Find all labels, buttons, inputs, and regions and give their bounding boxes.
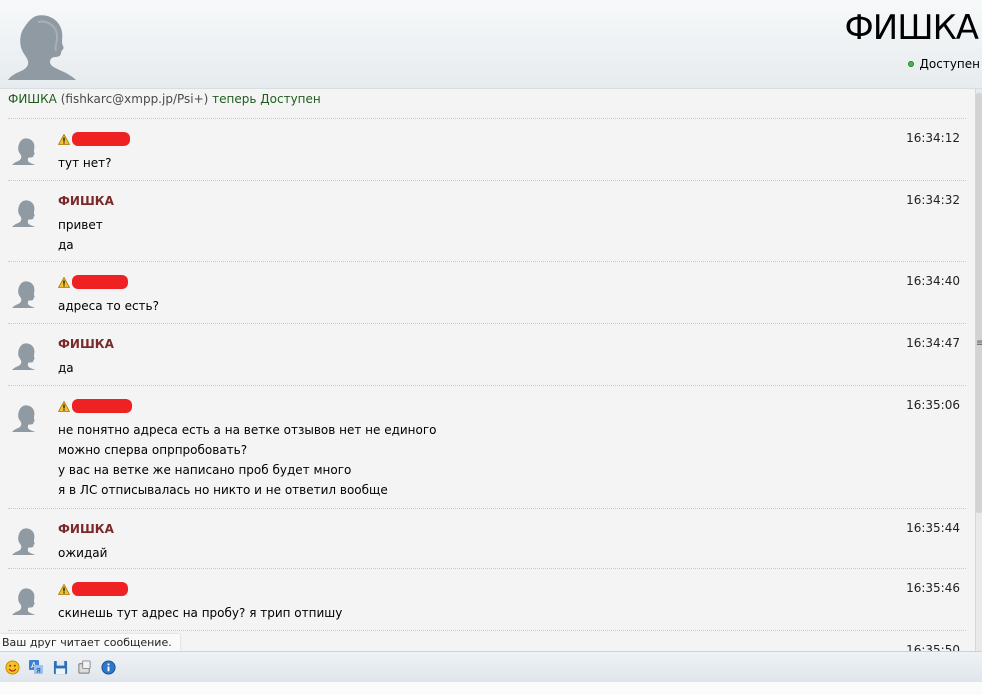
message-time: 16:34:32 [906, 193, 960, 207]
message-time: 16:34:47 [906, 336, 960, 350]
message: 16:35:50 [8, 630, 966, 651]
sender-avatar-icon [12, 138, 36, 165]
message-body: не понятно адреса есть а на ветке отзыво… [58, 420, 437, 500]
message: 16:34:40 адреса то есть? [8, 261, 966, 313]
info-icon [100, 659, 116, 675]
message-line: ожидай [58, 546, 108, 560]
save-icon [53, 660, 67, 674]
message-time: 16:35:46 [906, 581, 960, 595]
sender-avatar-icon [12, 528, 36, 555]
contact-avatar-icon [8, 15, 76, 80]
message-line: скинешь тут адрес на пробу? я трип отпиш… [58, 606, 343, 620]
translate-button[interactable]: AЯ [27, 658, 45, 676]
chat-log[interactable]: ФИШКА (fishkarc@xmpp.jp/Psi+) теперь Дос… [0, 89, 976, 651]
sender-avatar-icon [12, 281, 36, 308]
message: 16:34:12 тут нет? [8, 118, 966, 170]
message-time: 16:34:12 [906, 131, 960, 145]
message-line: у вас на ветке же написано проб будет мн… [58, 463, 352, 477]
info-button[interactable] [99, 658, 117, 676]
message-body: тут нет? [58, 153, 111, 173]
message-line: привет [58, 218, 103, 232]
message-author: ФИШКА [58, 337, 114, 351]
message: 16:35:06 не понятно адреса есть а на ветк… [8, 385, 966, 497]
message-line: я в ЛС отписывалась но никто и не ответи… [58, 483, 388, 497]
message: ФИШКА 16:35:44 ожидай [8, 508, 966, 560]
message-line: адреса то есть? [58, 299, 159, 313]
message-input[interactable] [0, 681, 982, 695]
message-body: да [58, 358, 74, 378]
message-time: 16:34:40 [906, 274, 960, 288]
emoticon-icon [4, 659, 20, 675]
warning-icon [58, 584, 70, 595]
message-line: можно сперва опрпробовать? [58, 443, 248, 457]
message: ФИШКА 16:34:47 да [8, 323, 966, 375]
chat-toolbar: AЯ [0, 651, 982, 682]
message-body: скинешь тут адрес на пробу? я трип отпиш… [58, 603, 342, 623]
contact-name: ФИШКА [844, 8, 979, 48]
scrollbar-grip-icon: ≡ [976, 338, 982, 349]
sender-avatar-icon [12, 343, 36, 370]
typing-notice: Ваш друг читает сообщение. [0, 634, 180, 651]
translate-icon: AЯ [29, 660, 43, 675]
warning-icon [58, 401, 70, 412]
emoticon-button[interactable] [3, 658, 21, 676]
contact-status: Доступен [907, 57, 980, 71]
attach-button[interactable] [75, 658, 93, 676]
svg-text:Я: Я [36, 667, 41, 675]
attach-icon [77, 659, 91, 674]
message-line: тут нет? [58, 156, 112, 170]
sender-avatar-icon [12, 588, 36, 615]
message-author: ФИШКА [58, 522, 114, 536]
message: ФИШКА 16:34:32 привет да [8, 180, 966, 252]
sender-avatar-icon [12, 200, 36, 227]
warning-icon [58, 134, 70, 145]
message-time: 16:35:50 [906, 643, 960, 651]
system-message-text: теперь Доступен [212, 92, 321, 106]
system-message-jid: (fishkarc@xmpp.jp/Psi+) [60, 92, 209, 106]
status-dot-icon [907, 61, 914, 67]
message-body: адреса то есть? [58, 296, 159, 316]
message-body: привет да [58, 215, 103, 255]
save-button[interactable] [51, 658, 69, 676]
redacted-author-mark [72, 275, 128, 289]
message-body: ожидай [58, 543, 107, 563]
message-author: ФИШКА [58, 194, 114, 208]
system-message-name: ФИШКА [8, 92, 57, 106]
system-message: ФИШКА (fishkarc@xmpp.jp/Psi+) теперь Дос… [8, 92, 321, 106]
message-line: не понятно адреса есть а на ветке отзыво… [58, 423, 437, 437]
warning-icon [58, 277, 70, 288]
redacted-author-mark [72, 132, 130, 146]
scrollbar-thumb[interactable] [976, 93, 982, 513]
message-time: 16:35:44 [906, 521, 960, 535]
message: 16:35:46 скинешь тут адрес на пробу? я тр… [8, 568, 966, 620]
chat-header: ФИШКА Доступен [0, 0, 982, 89]
message-time: 16:35:06 [906, 398, 960, 412]
message-line: да [58, 361, 74, 375]
redacted-author-mark [72, 582, 128, 596]
chat-scrollbar[interactable]: ≡ [975, 89, 982, 651]
sender-avatar-icon [12, 405, 36, 432]
redacted-author-mark [72, 399, 132, 413]
status-text: Доступен [919, 57, 980, 71]
message-line: да [58, 238, 74, 252]
